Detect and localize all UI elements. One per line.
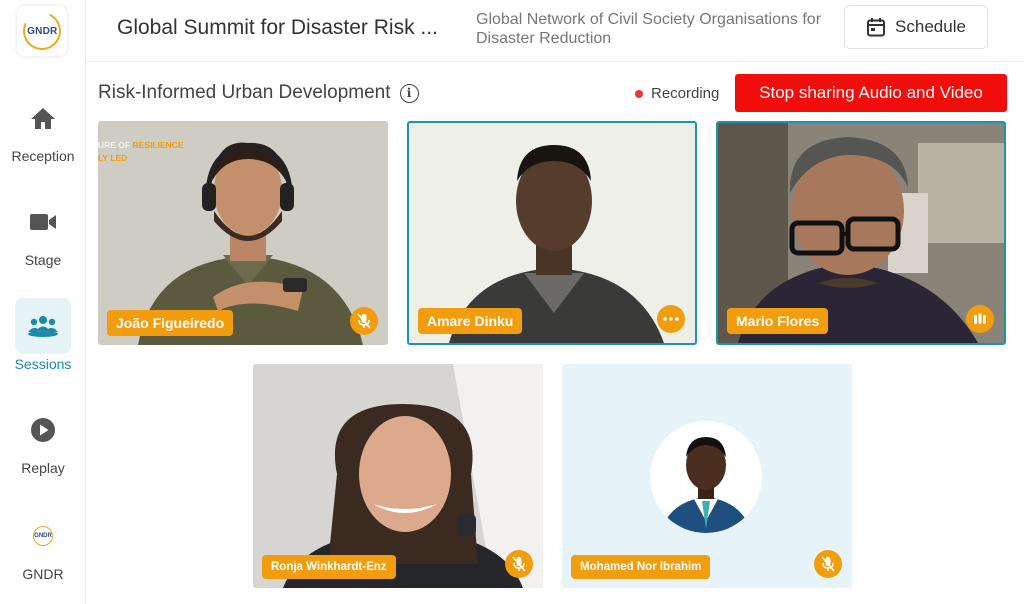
stop-sharing-button[interactable]: Stop sharing Audio and Video <box>735 74 1007 112</box>
play-icon <box>15 402 71 458</box>
sidebar-item-label: Stage <box>24 252 62 268</box>
calendar-icon <box>867 18 886 37</box>
video-tile[interactable]: Ronja Winkhardt-Enz <box>253 364 543 588</box>
gndr-logo[interactable]: GNDR <box>17 6 67 56</box>
sidebar-item-replay[interactable]: Replay <box>0 402 86 476</box>
avatar <box>650 421 762 533</box>
audio-level-icon <box>966 305 994 333</box>
mic-muted-icon <box>350 307 378 335</box>
session-title: Risk-Informed Urban Development <box>98 82 391 103</box>
sidebar-item-label: GNDR <box>22 566 64 582</box>
video-tile[interactable]: Mohamed Nor Ibrahim <box>562 364 852 588</box>
logo-ring: GNDR <box>17 6 67 56</box>
info-icon[interactable]: i <box>399 83 419 103</box>
recording-indicator: Recording <box>635 85 719 102</box>
home-icon <box>15 90 71 146</box>
sidebar-item-label: Sessions <box>14 356 72 372</box>
sidebar-item-label: Reception <box>11 148 75 164</box>
participant-name-tag: Ronja Winkhardt-Enz <box>262 555 396 579</box>
participant-name-tag: Amare Dinku <box>418 308 523 334</box>
organization-name: Global Network of Civil Society Organisa… <box>476 11 822 47</box>
gndr-logo-icon: GNDR <box>15 508 71 564</box>
video-tile[interactable]: Amare Dinku <box>407 121 697 345</box>
mic-muted-icon <box>505 550 533 578</box>
recording-label: Recording <box>651 85 720 102</box>
sidebar: GNDR Reception Stage Sessions Replay GND… <box>0 0 86 604</box>
schedule-label: Schedule <box>895 17 966 36</box>
participant-name-tag: Mohamed Nor Ibrahim <box>571 555 711 579</box>
video-camera-icon <box>15 194 71 250</box>
participant-name-tag: Mario Flores <box>727 308 829 334</box>
avatar-image <box>660 437 752 533</box>
sidebar-item-gndr[interactable]: GNDR GNDR <box>0 508 86 582</box>
people-group-icon <box>15 298 71 354</box>
mic-muted-icon <box>814 550 842 578</box>
recording-dot-icon <box>635 89 643 98</box>
mini-logo-text: GNDR <box>34 533 52 539</box>
sidebar-item-stage[interactable]: Stage <box>0 194 86 268</box>
schedule-button[interactable]: Schedule <box>844 5 988 49</box>
participant-name-tag: João Figueiredo <box>107 310 234 336</box>
more-options-icon[interactable] <box>657 305 685 333</box>
header: Global Summit for Disaster Risk ... Glob… <box>86 0 1024 62</box>
event-title: Global Summit for Disaster Risk ... <box>117 16 438 39</box>
sidebar-item-sessions[interactable]: Sessions <box>0 298 86 372</box>
logo-text: GNDR <box>26 25 58 37</box>
video-tile[interactable]: URE OF RESILIENCE LY LED João Figueiredo <box>98 121 388 345</box>
sidebar-item-reception[interactable]: Reception <box>0 90 86 164</box>
video-tile[interactable]: Mario Flores <box>716 121 1006 345</box>
session-title-row: Risk-Informed Urban Development i <box>98 82 419 104</box>
sidebar-item-label: Replay <box>21 460 65 476</box>
